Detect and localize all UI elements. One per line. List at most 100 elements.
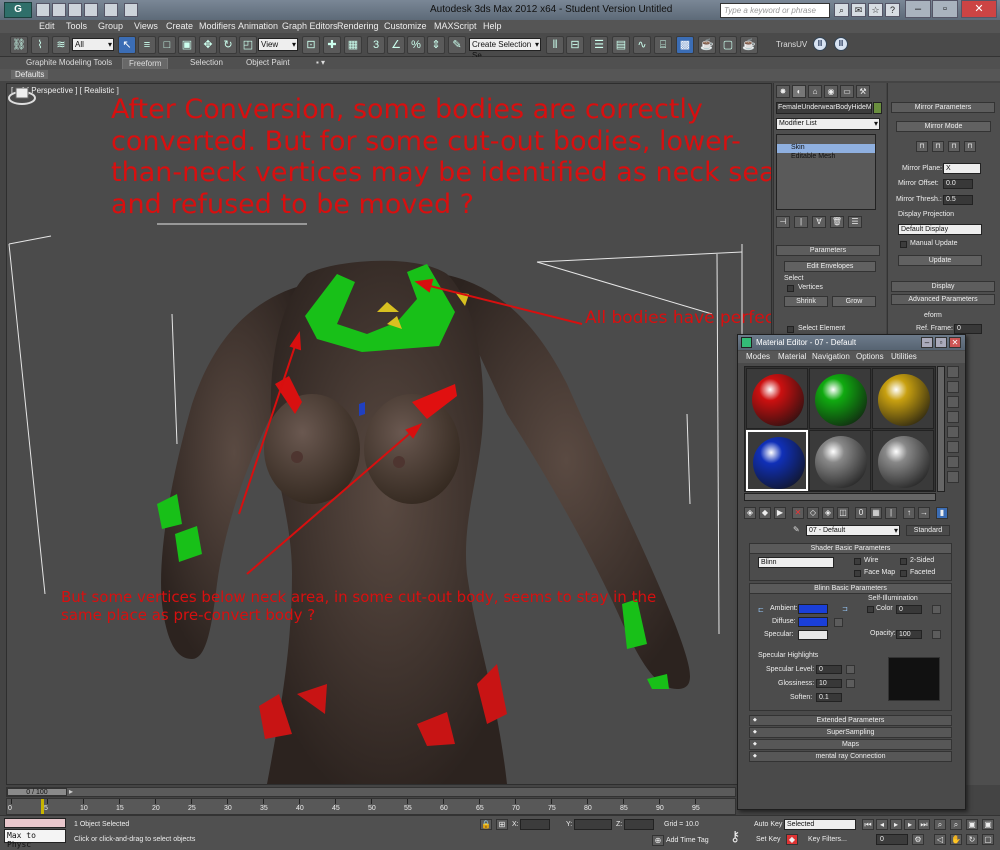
sample-slot-1[interactable] [746, 368, 808, 429]
select-and-rotate-icon[interactable]: ↻ [219, 36, 237, 54]
stack-item-skin[interactable]: Skin [777, 144, 875, 153]
display-tab-icon[interactable]: ▭ [840, 85, 854, 98]
x-coordinate-field[interactable] [520, 819, 550, 830]
spinner-snap-icon[interactable]: ⇕ [427, 36, 445, 54]
slots-vertical-scrollbar[interactable] [937, 366, 945, 492]
show-end-result-material-icon[interactable]: | [885, 507, 897, 519]
new-file-icon[interactable] [36, 3, 50, 17]
diffuse-map-button[interactable] [834, 618, 843, 627]
sample-type-icon[interactable] [947, 366, 959, 378]
opacity-field[interactable]: 100 [896, 630, 922, 639]
put-to-library-icon[interactable]: ◫ [837, 507, 849, 519]
y-coordinate-field[interactable] [574, 819, 612, 830]
layer-manager-icon[interactable]: ☰ [590, 36, 608, 54]
me-minimize-button[interactable]: – [921, 337, 933, 348]
display-projection-dropdown[interactable]: Default Display [898, 224, 982, 235]
go-to-parent-icon[interactable]: ↑ [903, 507, 915, 519]
tab-object-paint[interactable]: Object Paint [240, 58, 296, 69]
key-filters-button[interactable]: Key Filters... [808, 836, 847, 843]
ref-frame-field[interactable]: 0 [954, 324, 982, 334]
time-slider-thumb[interactable]: 0 / 100 [7, 788, 67, 796]
me-menu-material[interactable]: Material [778, 352, 806, 361]
z-coordinate-field[interactable] [624, 819, 654, 830]
maxscript-listener-output[interactable] [4, 818, 66, 828]
shader-basic-title[interactable]: Shader Basic Parameters [750, 544, 951, 554]
background-icon[interactable] [947, 396, 959, 408]
align-icon[interactable]: ⊟ [566, 36, 584, 54]
make-preview-icon[interactable] [947, 441, 959, 453]
self-illum-map-button[interactable] [932, 605, 941, 614]
next-frame-icon[interactable]: ▸ [904, 819, 916, 830]
menu-create[interactable]: Create [166, 21, 193, 31]
viewcube-icon[interactable] [7, 84, 37, 106]
auto-key-button[interactable]: Auto Key [754, 821, 782, 828]
menu-rendering[interactable]: Rendering [337, 21, 379, 31]
material-name-dropdown[interactable]: 07 - Default [806, 525, 900, 536]
lock-map-icon[interactable]: ⊐ [842, 605, 848, 613]
glossiness-field[interactable]: 10 [816, 679, 842, 688]
create-tab-icon[interactable]: ✸ [776, 85, 790, 98]
favorites-star-icon[interactable]: ☆ [868, 3, 883, 17]
field-of-view-icon[interactable]: ◁ [934, 834, 946, 845]
keyword-search-input[interactable]: Type a keyword or phrase [720, 3, 830, 18]
restore-button[interactable]: ▫ [932, 0, 958, 18]
tab-freeform[interactable]: Freeform [122, 58, 169, 69]
backlight-icon[interactable] [947, 381, 959, 393]
me-menu-options[interactable]: Options [856, 352, 884, 361]
orbit-icon[interactable]: ↻ [966, 834, 978, 845]
close-button[interactable]: ✕ [961, 0, 997, 18]
me-menu-utilities[interactable]: Utilities [891, 352, 917, 361]
configure-sets-icon[interactable]: ☰ [848, 216, 862, 228]
minimize-button[interactable]: – [905, 0, 931, 18]
defaults-label[interactable]: Defaults [11, 70, 49, 79]
track-bar[interactable]: 0 5 10 15 20 25 30 35 40 45 50 55 60 65 70 75 80 85 90 95 [6, 798, 736, 815]
communication-center-icon[interactable]: ✉ [851, 3, 866, 17]
material-id-channel-icon[interactable]: 0 [855, 507, 867, 519]
menu-edit[interactable]: Edit [39, 21, 55, 31]
redo-icon[interactable] [104, 3, 118, 17]
previous-frame-icon[interactable]: ◂ [876, 819, 888, 830]
undo-icon[interactable] [84, 3, 98, 17]
absolute-mode-icon[interactable]: ⊞ [496, 819, 508, 830]
put-to-scene-icon[interactable]: ◆ [759, 507, 771, 519]
shader-dropdown[interactable]: Blinn [758, 557, 834, 568]
select-and-scale-icon[interactable]: ◰ [239, 36, 257, 54]
graphite-modeling-tools-icon[interactable]: ▤ [612, 36, 630, 54]
maxscript-mini-listener[interactable]: Max to Physc [4, 829, 66, 849]
select-by-name-icon[interactable]: ≡ [138, 36, 156, 54]
self-illum-value-field[interactable]: 0 [896, 605, 922, 614]
zoom-extents-all-icon[interactable]: ▣ [982, 819, 994, 830]
pick-material-icon[interactable]: ✎ [793, 525, 803, 535]
slots-horizontal-scrollbar[interactable] [744, 493, 936, 501]
mental-ray-connection-rollout[interactable]: mental ray Connection [749, 751, 952, 762]
add-time-tag-button[interactable]: Add Time Tag [666, 837, 709, 844]
mirror-parameters-rollout[interactable]: Mirror Parameters [891, 102, 995, 113]
set-key-icon[interactable]: ◆ [786, 834, 798, 845]
ambient-color-swatch[interactable] [798, 604, 828, 614]
self-illum-color-checkbox[interactable] [867, 606, 874, 613]
mirror-thresh-field[interactable]: 0.5 [943, 195, 973, 205]
set-key-button[interactable]: Set Key [756, 836, 781, 843]
play-icon[interactable]: ▸ [890, 819, 902, 830]
diffuse-color-swatch[interactable] [798, 617, 828, 627]
me-maximize-button[interactable]: ▫ [935, 337, 947, 348]
select-object-icon[interactable]: ↖ [118, 36, 136, 54]
select-and-link-icon[interactable]: ⛓ [10, 36, 28, 54]
menu-maxscript[interactable]: MAXScript [434, 21, 477, 31]
show-end-result-icon[interactable]: | [794, 216, 808, 228]
reference-coordinate-dropdown[interactable]: View [258, 38, 298, 51]
lock-ambient-diffuse-icon[interactable]: ⊏ [758, 606, 764, 614]
unlink-icon[interactable]: ⌇ [31, 36, 49, 54]
named-selection-dropdown[interactable]: Create Selection Se [469, 38, 541, 60]
rendered-frame-window-icon[interactable]: ▢ [719, 36, 737, 54]
open-file-icon[interactable] [52, 3, 66, 17]
sample-uv-tiling-icon[interactable] [947, 411, 959, 423]
select-element-checkbox[interactable] [787, 326, 794, 333]
select-by-material-icon[interactable] [947, 471, 959, 483]
sample-slot-5[interactable] [809, 430, 871, 491]
menu-group[interactable]: Group [98, 21, 123, 31]
manual-update-checkbox[interactable] [900, 241, 907, 248]
time-configuration-icon[interactable]: ⚙ [912, 834, 924, 845]
update-button[interactable]: Update [898, 255, 982, 266]
grow-button[interactable]: Grow [832, 296, 876, 307]
